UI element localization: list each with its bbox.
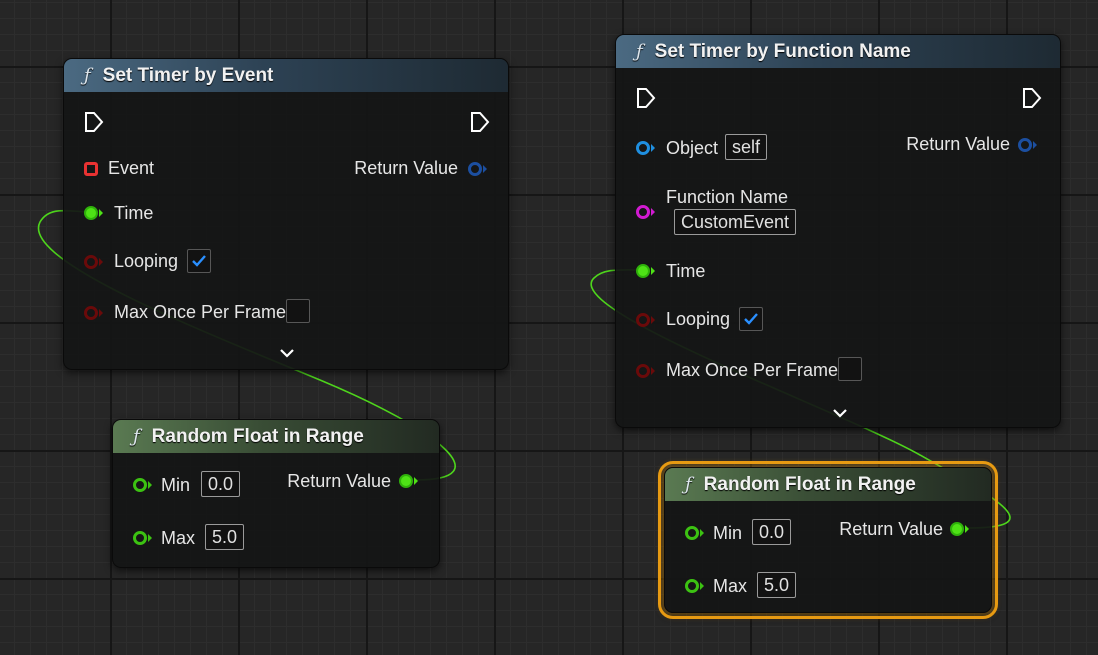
return-value-pin[interactable] xyxy=(950,522,964,536)
return-value-pin[interactable] xyxy=(1018,138,1032,152)
set-timer-by-function-name-node[interactable]: ƒ Set Timer by Function Name Object self… xyxy=(615,34,1061,428)
return-value-label: Return Value xyxy=(287,471,391,491)
exec-out-pin[interactable] xyxy=(470,111,490,133)
max-once-per-frame-pin[interactable] xyxy=(84,306,98,320)
node-title: Set Timer by Function Name xyxy=(654,40,911,62)
looping-checkbox[interactable] xyxy=(187,249,211,273)
function-icon: ƒ xyxy=(84,65,91,86)
looping-label: Looping xyxy=(666,309,731,329)
event-label: Event xyxy=(108,158,155,178)
max-value-input[interactable]: 5.0 xyxy=(757,572,797,598)
chevron-down-icon xyxy=(280,349,294,358)
looping-checkbox[interactable] xyxy=(739,307,763,331)
function-name-input[interactable]: CustomEvent xyxy=(674,209,797,235)
return-value-pin[interactable] xyxy=(399,474,413,488)
max-once-per-frame-checkbox[interactable] xyxy=(838,357,862,381)
min-pin[interactable] xyxy=(685,526,699,540)
looping-pin[interactable] xyxy=(636,313,650,327)
node-header[interactable]: ƒ Set Timer by Function Name xyxy=(616,35,1060,68)
object-label: Object xyxy=(666,138,719,158)
node-header[interactable]: ƒ Set Timer by Event xyxy=(64,59,508,92)
pin-arrow xyxy=(651,208,655,216)
function-name-pin[interactable] xyxy=(636,205,650,219)
exec-in-pin[interactable] xyxy=(636,87,656,109)
node-title: Random Float in Range xyxy=(703,473,916,495)
min-label: Min xyxy=(713,523,743,543)
max-once-per-frame-label: Max Once Per Frame xyxy=(114,302,287,322)
min-label: Min xyxy=(161,475,191,495)
time-pin[interactable] xyxy=(84,206,98,220)
return-value-label: Return Value xyxy=(906,134,1010,154)
event-pin[interactable] xyxy=(84,162,98,176)
node-title: Random Float in Range xyxy=(151,425,364,447)
set-timer-by-event-node[interactable]: ƒ Set Timer by Event Event Return Value … xyxy=(63,58,509,370)
random-float-in-range-node[interactable]: ƒ Random Float in Range Min 0.0 Return V… xyxy=(112,419,440,568)
min-value-input[interactable]: 0.0 xyxy=(201,471,241,497)
pin-arrow xyxy=(99,309,103,317)
checkmark-icon xyxy=(744,313,758,325)
time-label: Time xyxy=(666,261,706,281)
pin-arrow xyxy=(483,165,487,173)
max-label: Max xyxy=(713,576,748,596)
pin-arrow xyxy=(651,144,655,152)
return-value-pin[interactable] xyxy=(468,162,482,176)
time-label: Time xyxy=(114,203,154,223)
max-label: Max xyxy=(161,528,196,548)
return-value-label: Return Value xyxy=(839,519,943,539)
function-icon: ƒ xyxy=(636,41,643,62)
max-value-input[interactable]: 5.0 xyxy=(205,524,245,550)
function-icon: ƒ xyxy=(685,474,692,495)
exec-pin-icon xyxy=(1023,88,1042,108)
return-value-label: Return Value xyxy=(354,158,458,178)
pin-arrow xyxy=(965,525,969,533)
pin-arrow xyxy=(700,529,704,537)
pin-arrow xyxy=(148,534,152,542)
exec-pin-icon xyxy=(471,112,490,132)
object-value-input[interactable]: self xyxy=(725,134,768,160)
expand-advanced-toggle[interactable] xyxy=(279,348,295,358)
pin-arrow xyxy=(148,481,152,489)
looping-label: Looping xyxy=(114,251,179,271)
min-value-input[interactable]: 0.0 xyxy=(752,519,792,545)
exec-pin-icon xyxy=(85,112,104,132)
expand-advanced-toggle[interactable] xyxy=(832,408,848,418)
time-pin[interactable] xyxy=(636,264,650,278)
max-pin[interactable] xyxy=(685,579,699,593)
max-once-per-frame-pin[interactable] xyxy=(636,364,650,378)
random-float-in-range-node-selected[interactable]: ƒ Random Float in Range Min 0.0 Return V… xyxy=(658,461,998,619)
max-once-per-frame-checkbox[interactable] xyxy=(286,299,310,323)
pin-arrow xyxy=(1033,141,1037,149)
pin-arrow xyxy=(651,367,655,375)
node-header[interactable]: ƒ Random Float in Range xyxy=(665,468,991,501)
object-pin[interactable] xyxy=(636,141,650,155)
node-header[interactable]: ƒ Random Float in Range xyxy=(113,420,439,453)
function-icon: ƒ xyxy=(133,426,140,447)
pin-arrow xyxy=(700,582,704,590)
exec-out-pin[interactable] xyxy=(1022,87,1042,109)
node-title: Set Timer by Event xyxy=(102,64,274,86)
chevron-down-icon xyxy=(833,409,847,418)
pin-arrow xyxy=(414,477,418,485)
function-name-label: Function Name xyxy=(666,187,789,207)
max-once-per-frame-label: Max Once Per Frame xyxy=(666,360,839,380)
max-pin[interactable] xyxy=(133,531,147,545)
pin-arrow xyxy=(99,209,103,217)
pin-arrow xyxy=(99,258,103,266)
exec-in-pin[interactable] xyxy=(84,111,104,133)
min-pin[interactable] xyxy=(133,478,147,492)
checkmark-icon xyxy=(192,255,206,267)
pin-arrow xyxy=(651,316,655,324)
looping-pin[interactable] xyxy=(84,255,98,269)
exec-pin-icon xyxy=(637,88,656,108)
pin-arrow xyxy=(651,267,655,275)
